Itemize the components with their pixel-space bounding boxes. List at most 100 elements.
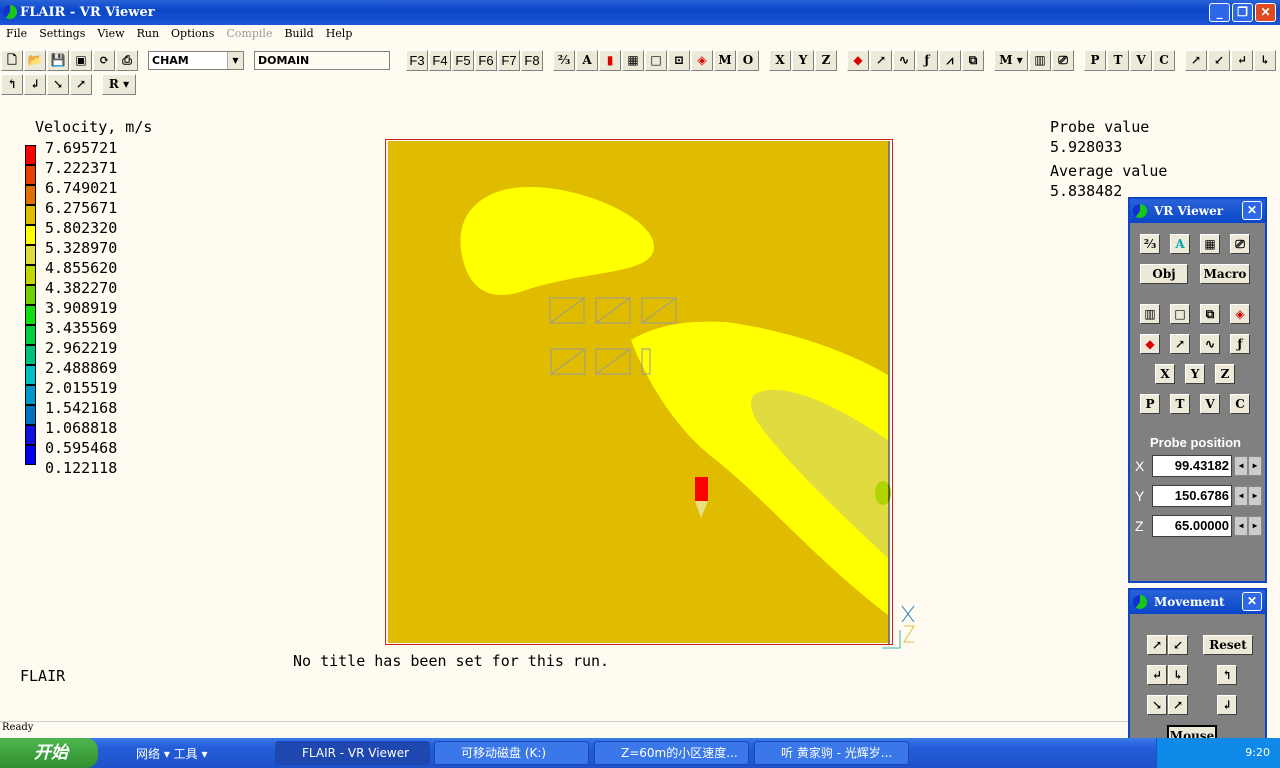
- graph-button[interactable]: ⩘: [939, 50, 961, 71]
- grid-button[interactable]: ▦: [622, 50, 644, 71]
- fkey-f7-button[interactable]: F7: [498, 50, 520, 71]
- zoom-in-button[interactable]: ↗: [1185, 50, 1207, 71]
- isosurface-button[interactable]: ƒ: [916, 50, 938, 71]
- probe-x-input[interactable]: 99.43182: [1152, 455, 1232, 477]
- tilt-left-button[interactable]: ↘: [47, 74, 69, 95]
- task-music[interactable]: 听 黄家驹 - 光辉岁...: [754, 741, 909, 765]
- cham-combo[interactable]: CHAM ▼: [148, 51, 244, 70]
- streamline-button[interactable]: ∿: [893, 50, 915, 71]
- menu-help[interactable]: Help: [320, 27, 359, 45]
- cube-button[interactable]: ⧉: [1200, 304, 1220, 324]
- move-up-button[interactable]: ↰: [1217, 665, 1237, 685]
- move-down-button[interactable]: ↲: [1217, 695, 1237, 715]
- axes-button[interactable]: ⅔: [1140, 234, 1160, 254]
- tool-m-button[interactable]: M: [714, 50, 736, 71]
- probe-y-spinner[interactable]: ◀ ▶: [1234, 486, 1262, 506]
- zoom-out-button[interactable]: ↙: [1168, 635, 1188, 655]
- probe-marker[interactable]: [695, 477, 708, 501]
- r-select[interactable]: R ▾: [102, 74, 136, 95]
- maximize-button[interactable]: ❐: [1232, 3, 1253, 22]
- viewport-plot[interactable]: [385, 139, 893, 645]
- zoom-in-button[interactable]: ↗: [1147, 635, 1167, 655]
- save-button[interactable]: 💾: [47, 50, 69, 71]
- obj-button[interactable]: Obj: [1140, 264, 1188, 284]
- task-removable-disk[interactable]: 可移动磁盘 (K:): [434, 741, 589, 765]
- isosurface-button[interactable]: ƒ: [1230, 334, 1250, 354]
- chevron-down-icon[interactable]: ▼: [227, 52, 243, 69]
- up-button[interactable]: ↰: [1, 74, 23, 95]
- axes-button[interactable]: ⅔: [553, 50, 575, 71]
- tilt-left-button[interactable]: ↘: [1147, 695, 1167, 715]
- quick-launch[interactable]: 网络 ▾ 工具 ▾: [112, 745, 208, 762]
- task-image[interactable]: Z=60m的小区速度...: [594, 741, 749, 765]
- t-variable-button[interactable]: T: [1170, 394, 1190, 414]
- refresh-button[interactable]: ⟳: [93, 50, 115, 71]
- contour-button[interactable]: ◆: [847, 50, 869, 71]
- fkey-f5-button[interactable]: F5: [452, 50, 474, 71]
- m-select[interactable]: M ▾: [994, 50, 1028, 71]
- new-file-button[interactable]: 🗋: [1, 50, 23, 71]
- movement-titlebar[interactable]: Movement ✕: [1130, 590, 1265, 614]
- contour-button[interactable]: ◆: [1140, 334, 1160, 354]
- fkey-f6-button[interactable]: F6: [475, 50, 497, 71]
- rotate-left-button[interactable]: ↵: [1231, 50, 1253, 71]
- menu-view[interactable]: View: [91, 27, 130, 45]
- tilt-right-button[interactable]: ↗: [1168, 695, 1188, 715]
- minimize-button[interactable]: _: [1209, 3, 1230, 22]
- plane-y-button[interactable]: Y: [792, 50, 814, 71]
- x-plane-button[interactable]: X: [1155, 364, 1175, 384]
- film-button[interactable]: ▥: [1029, 50, 1051, 71]
- open-folder-button[interactable]: 📂: [24, 50, 46, 71]
- vector-button[interactable]: ↗: [870, 50, 892, 71]
- color-button[interactable]: ▣: [70, 50, 92, 71]
- print-button[interactable]: ⎙: [116, 50, 138, 71]
- fkey-f8-button[interactable]: F8: [521, 50, 543, 71]
- cube-button[interactable]: ⧉: [962, 50, 984, 71]
- box-button[interactable]: □: [1170, 304, 1190, 324]
- menu-settings[interactable]: Settings: [33, 27, 91, 45]
- vr-panel-titlebar[interactable]: VR Viewer ✕: [1130, 199, 1265, 223]
- mesh-button[interactable]: A: [1170, 234, 1190, 254]
- probe-z-input[interactable]: 65.00000: [1152, 515, 1232, 537]
- fkey-f4-button[interactable]: F4: [429, 50, 451, 71]
- reset-button[interactable]: Reset: [1203, 635, 1253, 655]
- task-flair[interactable]: FLAIR - VR Viewer: [275, 741, 430, 765]
- camera-button[interactable]: ⎚: [1052, 50, 1074, 71]
- probe-button[interactable]: ▮: [599, 50, 621, 71]
- y-plane-button[interactable]: Y: [1185, 364, 1205, 384]
- tool-o-button[interactable]: O: [737, 50, 759, 71]
- plane-z-button[interactable]: Z: [815, 50, 837, 71]
- fkey-f3-button[interactable]: F3: [406, 50, 428, 71]
- menu-options[interactable]: Options: [165, 27, 220, 45]
- probe-z-spinner[interactable]: ◀ ▶: [1234, 516, 1262, 536]
- z-plane-button[interactable]: Z: [1215, 364, 1235, 384]
- variable-p-button[interactable]: P: [1084, 50, 1106, 71]
- streamline-button[interactable]: ∿: [1200, 334, 1220, 354]
- plane-x-button[interactable]: X: [769, 50, 791, 71]
- probe-x-spinner[interactable]: ◀ ▶: [1234, 456, 1262, 476]
- v-variable-button[interactable]: V: [1200, 394, 1220, 414]
- camera-button[interactable]: ⎚: [1230, 234, 1250, 254]
- menu-run[interactable]: Run: [131, 27, 165, 45]
- down-button[interactable]: ↲: [24, 74, 46, 95]
- c-variable-button[interactable]: C: [1230, 394, 1250, 414]
- vr-panel-close-button[interactable]: ✕: [1242, 201, 1262, 220]
- menu-file[interactable]: File: [0, 27, 33, 45]
- probe-y-input[interactable]: 150.6786: [1152, 485, 1232, 507]
- rotate-right-button[interactable]: ↳: [1254, 50, 1276, 71]
- p-variable-button[interactable]: P: [1140, 394, 1160, 414]
- grid-button[interactable]: ▦: [1200, 234, 1220, 254]
- box-button[interactable]: □: [645, 50, 667, 71]
- hide-object-button[interactable]: ◈: [691, 50, 713, 71]
- tilt-right-button[interactable]: ↗: [70, 74, 92, 95]
- vector-button[interactable]: ↗: [1170, 334, 1190, 354]
- rotate-right-button[interactable]: ↳: [1168, 665, 1188, 685]
- mesh-a-button[interactable]: A: [576, 50, 598, 71]
- variable-t-button[interactable]: T: [1107, 50, 1129, 71]
- movement-close-button[interactable]: ✕: [1242, 592, 1262, 611]
- object-button[interactable]: ◈: [1230, 304, 1250, 324]
- variable-v-button[interactable]: V: [1130, 50, 1152, 71]
- zoom-out-button[interactable]: ↙: [1208, 50, 1230, 71]
- object-button[interactable]: ⊡: [668, 50, 690, 71]
- film-button[interactable]: ▥: [1140, 304, 1160, 324]
